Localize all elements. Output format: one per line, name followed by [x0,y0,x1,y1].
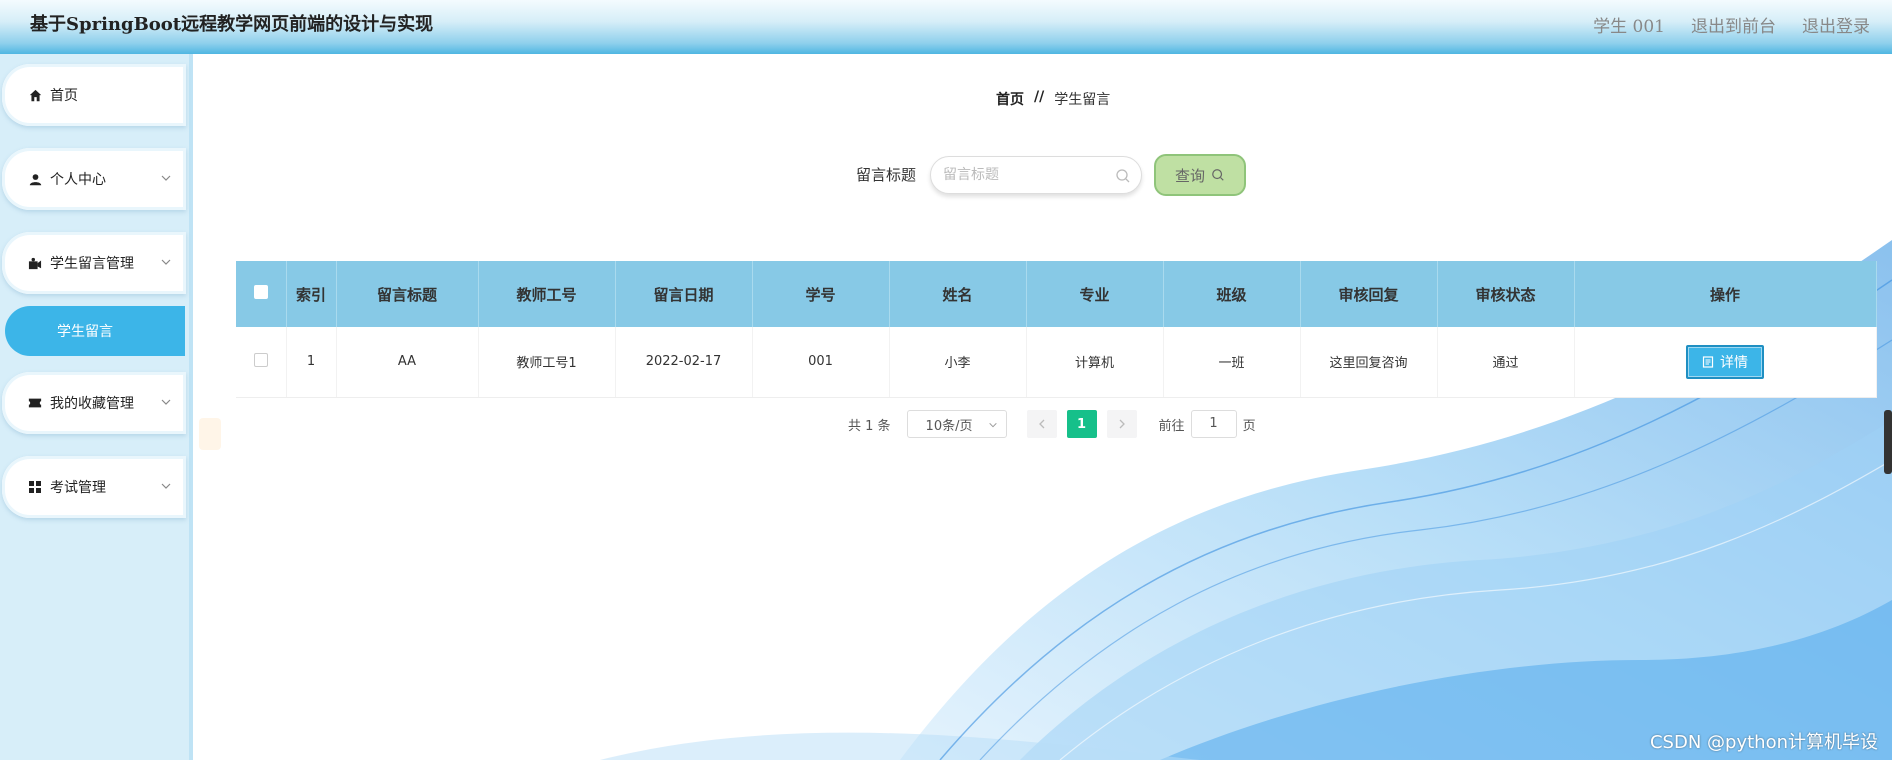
search-button[interactable]: 查询 [1154,154,1246,196]
column-header: 班级 [1163,261,1301,327]
app-title: 基于SpringBoot远程教学网页前端的设计与实现 [30,14,434,35]
page-size-select[interactable]: 10条/页 [906,410,1007,438]
detail-button[interactable]: 详情 [1686,344,1764,379]
next-page-button[interactable] [1106,410,1137,438]
sidebar-item-label: 个人中心 [50,172,106,188]
cell-status: 通过 [1437,327,1575,398]
search-label: 留言标题 [856,166,917,184]
column-header: 教师工号 [478,261,616,327]
cell-reply: 这里回复咨询 [1300,327,1438,398]
total-count: 共 1 条 [848,418,891,434]
column-header: 留言标题 [336,261,479,327]
message-icon [28,256,42,270]
current-user[interactable]: 学生 001 [1593,12,1665,37]
document-icon [1702,356,1714,368]
watermark: CSDN @python计算机毕设 [1649,732,1878,753]
chevron-down-icon [161,175,171,181]
sidebar-item-label: 学生留言管理 [50,256,134,272]
breadcrumb-separator: // [1034,89,1045,105]
sidebar-item-student-message[interactable]: 学生留言 [5,306,185,356]
search-icon [1116,169,1130,183]
search-field [930,156,1142,194]
user-icon [28,172,42,186]
search-input[interactable] [943,157,1113,193]
cell-major: 计算机 [1026,327,1164,398]
back-to-front-link[interactable]: 退出到前台 [1691,12,1776,37]
column-header: 专业 [1026,261,1164,327]
chevron-down-icon [161,399,171,405]
sidebar-item-home[interactable]: 首页 [2,64,186,126]
sidebar-item-label: 学生留言 [57,324,113,340]
sidebar-item-message-management[interactable]: 学生留言管理 [2,232,186,294]
ticket-icon [28,396,42,410]
chevron-down-icon [988,422,997,428]
cell-index: 1 [286,327,337,398]
column-header: 学号 [752,261,890,327]
table-row: 1 AA 教师工号1 2022-02-17 001 小李 计算机 一班 这里回复… [236,327,1877,398]
header-links: 学生 001 退出到前台 退出登录 [1593,12,1870,37]
column-header: 留言日期 [615,261,753,327]
page-suffix: 页 [1242,418,1256,434]
cell-date: 2022-02-17 [615,327,753,398]
column-header: 审核状态 [1437,261,1575,327]
column-header: 索引 [286,261,337,327]
chevron-down-icon [161,483,171,489]
select-all-checkbox[interactable] [253,285,268,299]
scrollbar-thumb[interactable] [1884,410,1892,474]
chevron-down-icon [161,259,171,265]
breadcrumb-home[interactable]: 首页 [996,89,1024,109]
sidebar-item-label: 我的收藏管理 [50,396,134,412]
home-icon [28,88,42,102]
breadcrumb-current: 学生留言 [1054,92,1111,108]
table-header-row: 索引 留言标题 教师工号 留言日期 学号 姓名 专业 班级 审核回复 审核状态 … [236,261,1877,327]
message-table: 索引 留言标题 教师工号 留言日期 学号 姓名 专业 班级 审核回复 审核状态 … [236,261,1877,398]
cell-actions: 详情 [1574,327,1877,398]
goto-page-input[interactable]: 1 [1190,410,1237,438]
column-header: 审核回复 [1300,261,1438,327]
sidebar-item-label: 首页 [50,88,78,104]
cell-name: 小李 [889,327,1027,398]
sidebar: 首页 个人中心 学生留言管理 学生留言 我的收藏管理 考试管理 [0,54,193,760]
column-header: 操作 [1574,261,1877,327]
logout-link[interactable]: 退出登录 [1802,12,1870,37]
prev-page-button[interactable] [1026,410,1057,438]
chevron-left-icon [1038,419,1045,429]
sidebar-item-personal-center[interactable]: 个人中心 [2,148,186,210]
sidebar-item-favorites[interactable]: 我的收藏管理 [2,372,186,434]
cell-student-id: 001 [752,327,890,398]
grid-icon [28,480,42,494]
select-all-cell [236,261,287,327]
pagination: 共 1 条 10条/页 1 前往 1 页 [848,410,1256,438]
detail-button-label: 详情 [1720,354,1748,371]
page-number-current[interactable]: 1 [1066,410,1097,438]
top-header: 基于SpringBoot远程教学网页前端的设计与实现 学生 001 退出到前台 … [0,0,1892,54]
chevron-right-icon [1119,419,1125,429]
sidebar-item-exam-management[interactable]: 考试管理 [2,456,186,518]
row-select-cell [236,327,287,398]
cell-title: AA [336,327,479,398]
row-checkbox[interactable] [253,352,268,367]
breadcrumb: 首页 // 学生留言 [996,89,1110,109]
search-icon [1212,169,1224,181]
page-size-value: 10条/页 [925,418,973,434]
goto-label: 前往 [1158,418,1185,434]
sidebar-collapse-handle[interactable] [199,418,221,450]
cell-teacher-id: 教师工号1 [478,327,616,398]
column-header: 姓名 [889,261,1027,327]
sidebar-item-label: 考试管理 [50,480,106,496]
cell-class: 一班 [1163,327,1301,398]
search-button-label: 查询 [1174,166,1205,185]
